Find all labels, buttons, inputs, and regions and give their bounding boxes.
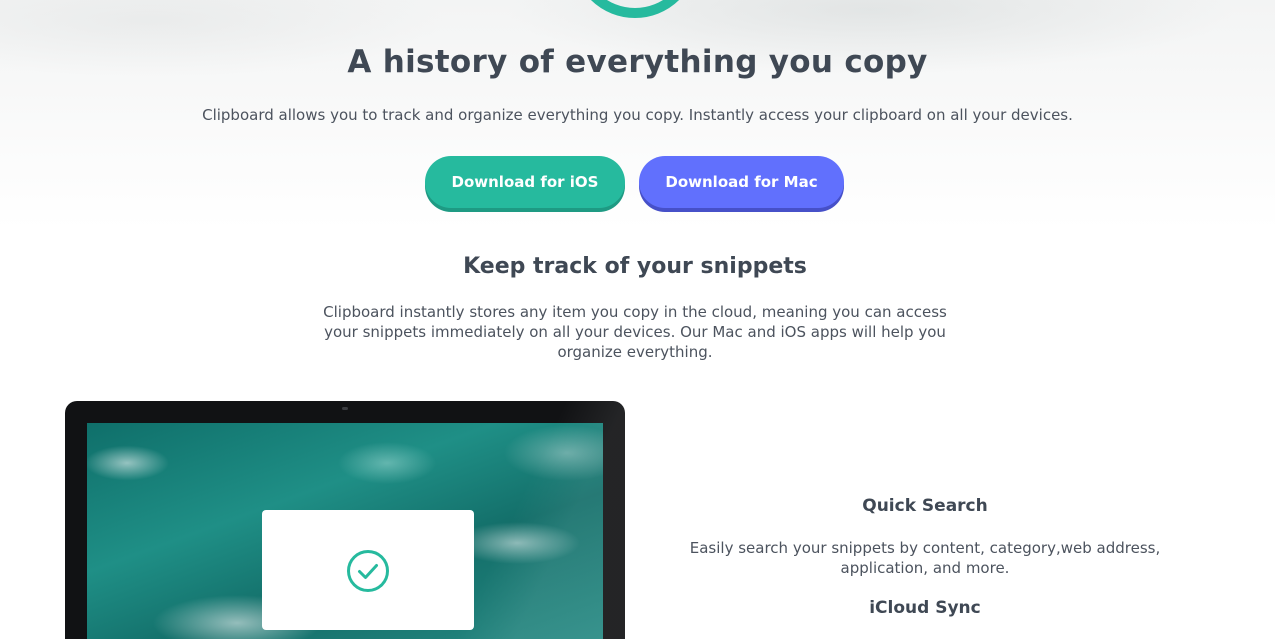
- feature-title-icloud-sync: iCloud Sync: [869, 598, 981, 618]
- landing-page: A history of everything you copy Clipboa…: [0, 0, 1275, 639]
- download-mac-button[interactable]: Download for Mac: [639, 156, 844, 208]
- download-ios-button[interactable]: Download for iOS: [425, 156, 625, 208]
- hero-background: [0, 0, 1275, 250]
- hero-subtitle: Clipboard allows you to track and organi…: [202, 106, 1073, 124]
- hero-title: A history of everything you copy: [347, 44, 928, 80]
- feature-title-quick-search: Quick Search: [862, 496, 988, 516]
- snippets-section-text: Clipboard instantly stores any item you …: [323, 303, 947, 361]
- feature-text-quick-search: Easily search your snippets by content, …: [689, 539, 1161, 577]
- check-circle-icon: [347, 550, 389, 592]
- copied-card: [262, 510, 474, 630]
- device-shine: [445, 401, 625, 639]
- camera-dot: [342, 407, 348, 410]
- snippets-section-title: Keep track of your snippets: [463, 254, 807, 279]
- mac-device-mockup: [65, 401, 625, 639]
